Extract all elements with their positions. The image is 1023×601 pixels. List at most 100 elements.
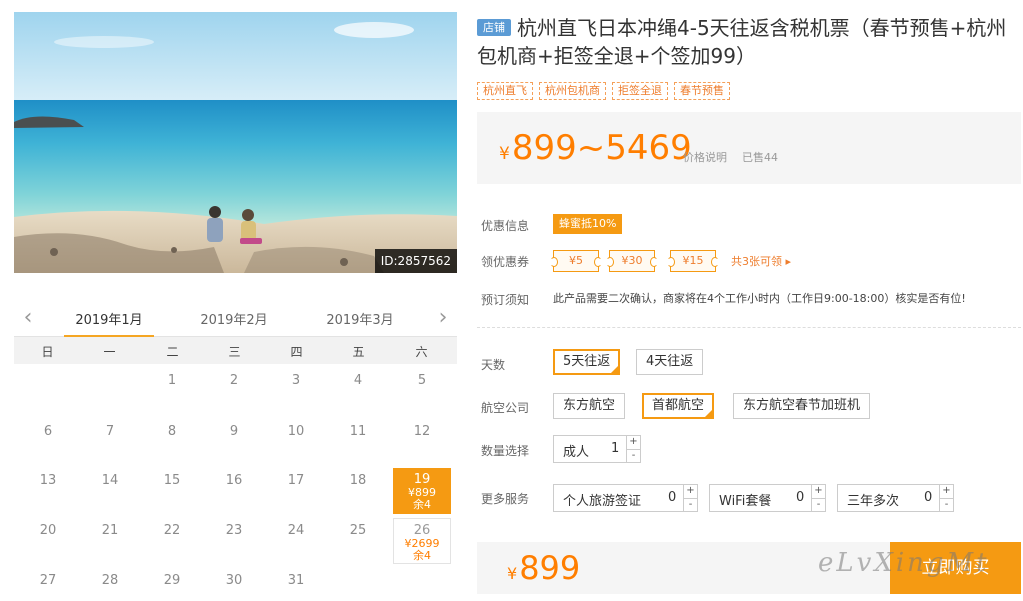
minus-icon[interactable]: -: [684, 498, 697, 511]
adult-quantity-stepper: 成人 1 + -: [553, 435, 641, 463]
wifi-stepper: WiFi套餐 0 + -: [709, 484, 826, 512]
day-number: 9: [229, 424, 239, 439]
stepper-value[interactable]: 1: [611, 441, 619, 456]
day-number: 2: [229, 373, 239, 388]
airline-label: 航空公司: [481, 401, 530, 415]
month-tab-feb[interactable]: 2019年2月: [189, 309, 279, 337]
minus-icon[interactable]: -: [627, 449, 640, 462]
total-price-value: 899: [519, 549, 581, 587]
coupon-label: 领优惠券: [481, 255, 530, 269]
chevron-left-icon[interactable]: ‹: [18, 307, 38, 329]
month-tab-mar[interactable]: 2019年3月: [315, 309, 405, 337]
weekday-label: 一: [103, 345, 116, 359]
calendar-day-23: 23: [205, 519, 263, 565]
stepper-label: 三年多次: [847, 494, 900, 509]
stepper-label: 个人旅游签证: [563, 494, 642, 509]
calendar-day-7: 7: [81, 420, 139, 466]
calendar-day-27: 27: [19, 569, 77, 601]
calendar-weekday-header: 日 一 二 三 四 五 六: [14, 337, 457, 364]
day-number: 10: [287, 424, 305, 439]
product-tags: 杭州直飞 杭州包机商 拒签全退 春节预售: [477, 82, 736, 102]
calendar-day-4: 4: [329, 369, 387, 415]
airline-option-capital[interactable]: 首都航空: [642, 393, 715, 419]
price-range: ¥899~5469: [499, 128, 692, 174]
product-tag: 拒签全退: [612, 82, 668, 100]
day-number: 28: [101, 573, 119, 588]
calendar-day-25: 25: [329, 519, 387, 565]
product-title-text: 杭州直飞日本冲绳4-5天往返含税机票（春节预售+杭州包机商+拒签全退+个签加99…: [477, 16, 1007, 68]
stepper-value[interactable]: 0: [668, 490, 676, 505]
price-panel: ¥899~5469 价格说明 已售44: [477, 112, 1021, 184]
product-tag: 春节预售: [674, 82, 730, 100]
calendar-day-22: 22: [143, 519, 201, 565]
divider: [477, 327, 1021, 328]
coupon-total-link[interactable]: 共3张可领 ▸: [731, 253, 791, 269]
plus-icon[interactable]: +: [940, 485, 953, 498]
coupon-15[interactable]: ¥15: [667, 250, 719, 272]
calendar-day-3: 3: [267, 369, 325, 415]
calendar-day-26[interactable]: 26 ¥2699 余4: [393, 518, 451, 564]
chevron-right-icon[interactable]: ›: [433, 307, 453, 329]
plus-icon[interactable]: +: [812, 485, 825, 498]
weekday-label: 五: [352, 345, 365, 359]
weekday-label: 四: [290, 345, 303, 359]
coupon-30[interactable]: ¥30: [606, 250, 658, 272]
day-number: 18: [349, 473, 367, 488]
calendar-day-21: 21: [81, 519, 139, 565]
calendar-day-8: 8: [143, 420, 201, 466]
weekday-label: 六: [415, 345, 428, 359]
sold-count: 已售44: [742, 151, 778, 164]
weekday-label: 二: [166, 345, 179, 359]
calendar-day-6: 6: [19, 420, 77, 466]
buy-now-button[interactable]: 立即购买: [890, 542, 1021, 594]
booking-notice-text: 此产品需要二次确认，商家将在4个工作小时内（工作日9:00-18:00）核实是否…: [553, 292, 966, 305]
stepper-value[interactable]: 0: [796, 490, 804, 505]
airline-option-eastern-extra[interactable]: 东方航空春节加班机: [733, 393, 871, 419]
product-tag: 杭州直飞: [477, 82, 533, 100]
days-option-4[interactable]: 4天往返: [636, 349, 704, 375]
day-number: 13: [39, 473, 57, 488]
coupon-5[interactable]: ¥5: [550, 250, 602, 272]
calendar-day-29: 29: [143, 569, 201, 601]
calendar-day-20: 20: [19, 519, 77, 565]
image-id-label: ID:2857562: [374, 249, 457, 273]
weekday-label: 日: [41, 345, 54, 359]
day-number: 20: [39, 523, 57, 538]
day-number: 25: [349, 523, 367, 538]
day-number: 1: [167, 373, 177, 388]
price-symbol: ¥: [507, 564, 518, 583]
weekday-label: 三: [228, 345, 241, 359]
day-number: 19: [413, 472, 431, 487]
day-remaining: 余4: [413, 549, 431, 562]
booking-notice-label: 预订须知: [481, 293, 530, 307]
calendar-day-11: 11: [329, 420, 387, 466]
stepper-label: WiFi套餐: [719, 494, 772, 509]
day-number: 11: [349, 424, 367, 439]
extra-services-label: 更多服务: [481, 492, 530, 506]
days-option-5[interactable]: 5天往返: [553, 349, 621, 375]
day-number: 30: [225, 573, 243, 588]
minus-icon[interactable]: -: [812, 498, 825, 511]
calendar-day-16: 16: [205, 469, 263, 515]
stepper-value[interactable]: 0: [924, 490, 932, 505]
price-explanation-link[interactable]: 价格说明: [683, 149, 727, 165]
day-number: 24: [287, 523, 305, 538]
product-tag: 杭州包机商: [539, 82, 606, 100]
calendar-day-14: 14: [81, 469, 139, 515]
day-number: 27: [39, 573, 57, 588]
calendar-day-19[interactable]: 19 ¥899 余4: [393, 468, 451, 514]
calendar-day-5: 5: [393, 369, 451, 415]
plus-icon[interactable]: +: [684, 485, 697, 498]
beach-photo: [14, 12, 457, 273]
day-number: 15: [163, 473, 181, 488]
airline-option-eastern[interactable]: 东方航空: [553, 393, 626, 419]
plus-icon[interactable]: +: [627, 436, 640, 449]
day-number: 21: [101, 523, 119, 538]
calendar-day-28: 28: [81, 569, 139, 601]
honey-discount-badge: 蜂蜜抵10%: [553, 214, 623, 234]
calendar-day-2: 2: [205, 369, 263, 415]
minus-icon[interactable]: -: [940, 498, 953, 511]
checkout-bar: ¥899 立即购买: [477, 542, 1021, 594]
day-number: 31: [287, 573, 305, 588]
month-tab-jan[interactable]: 2019年1月: [64, 309, 154, 337]
